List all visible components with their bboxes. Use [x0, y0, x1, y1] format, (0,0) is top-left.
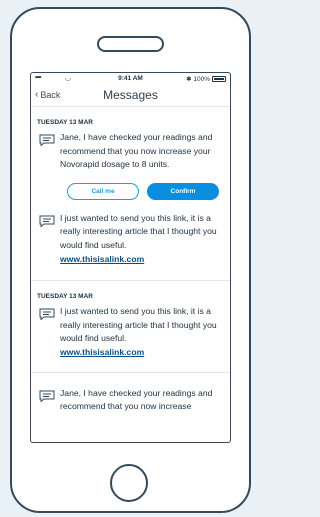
confirm-button[interactable]: Confirm	[147, 182, 219, 200]
message-text: I just wanted to send you this link, it …	[60, 306, 217, 344]
date-header: TUESDAY 13 MAR	[37, 293, 93, 301]
message-item[interactable]: I just wanted to send you this link, it …	[31, 212, 230, 266]
message-item[interactable]: I just wanted to send you this link, it …	[31, 305, 230, 359]
status-bar: ••••• ◡ 9:41 AM ✱ 100%	[31, 73, 230, 85]
message-bubble-icon	[39, 215, 55, 227]
message-actions: Call me Confirm	[31, 182, 230, 200]
message-link[interactable]: www.thisisalink.com	[60, 253, 224, 267]
message-item[interactable]: Jane, I have checked your readings and r…	[31, 387, 230, 414]
battery-icon	[212, 76, 226, 82]
date-header: TUESDAY 13 MAR	[37, 119, 93, 126]
battery-status: ✱ 100%	[186, 75, 226, 83]
message-text: Jane, I have checked your readings and r…	[60, 387, 213, 412]
nav-bar: ‹ Back Messages	[31, 85, 230, 107]
message-item[interactable]: Jane, I have checked your readings and r…	[31, 131, 230, 172]
home-button[interactable]	[110, 464, 148, 502]
message-text: Jane, I have checked your readings and r…	[60, 132, 213, 170]
message-link[interactable]: www.thisisalink.com	[60, 346, 224, 360]
speaker-slot	[97, 36, 164, 52]
page-title: Messages	[103, 88, 158, 102]
message-text: I just wanted to send you this link, it …	[60, 212, 217, 250]
message-feed[interactable]: TUESDAY 13 MAR Jane, I have checked your…	[31, 107, 230, 414]
call-me-button[interactable]: Call me	[67, 182, 139, 200]
message-bubble-icon	[39, 134, 55, 146]
message-bubble-icon	[39, 308, 55, 321]
battery-text: ✱ 100%	[186, 76, 210, 83]
message-bubble-icon	[39, 390, 55, 402]
phone-screen: ••••• ◡ 9:41 AM ✱ 100% ‹ Back Messages T…	[30, 72, 231, 443]
phone-frame: ••••• ◡ 9:41 AM ✱ 100% ‹ Back Messages T…	[10, 7, 251, 513]
section-divider	[31, 371, 230, 373]
